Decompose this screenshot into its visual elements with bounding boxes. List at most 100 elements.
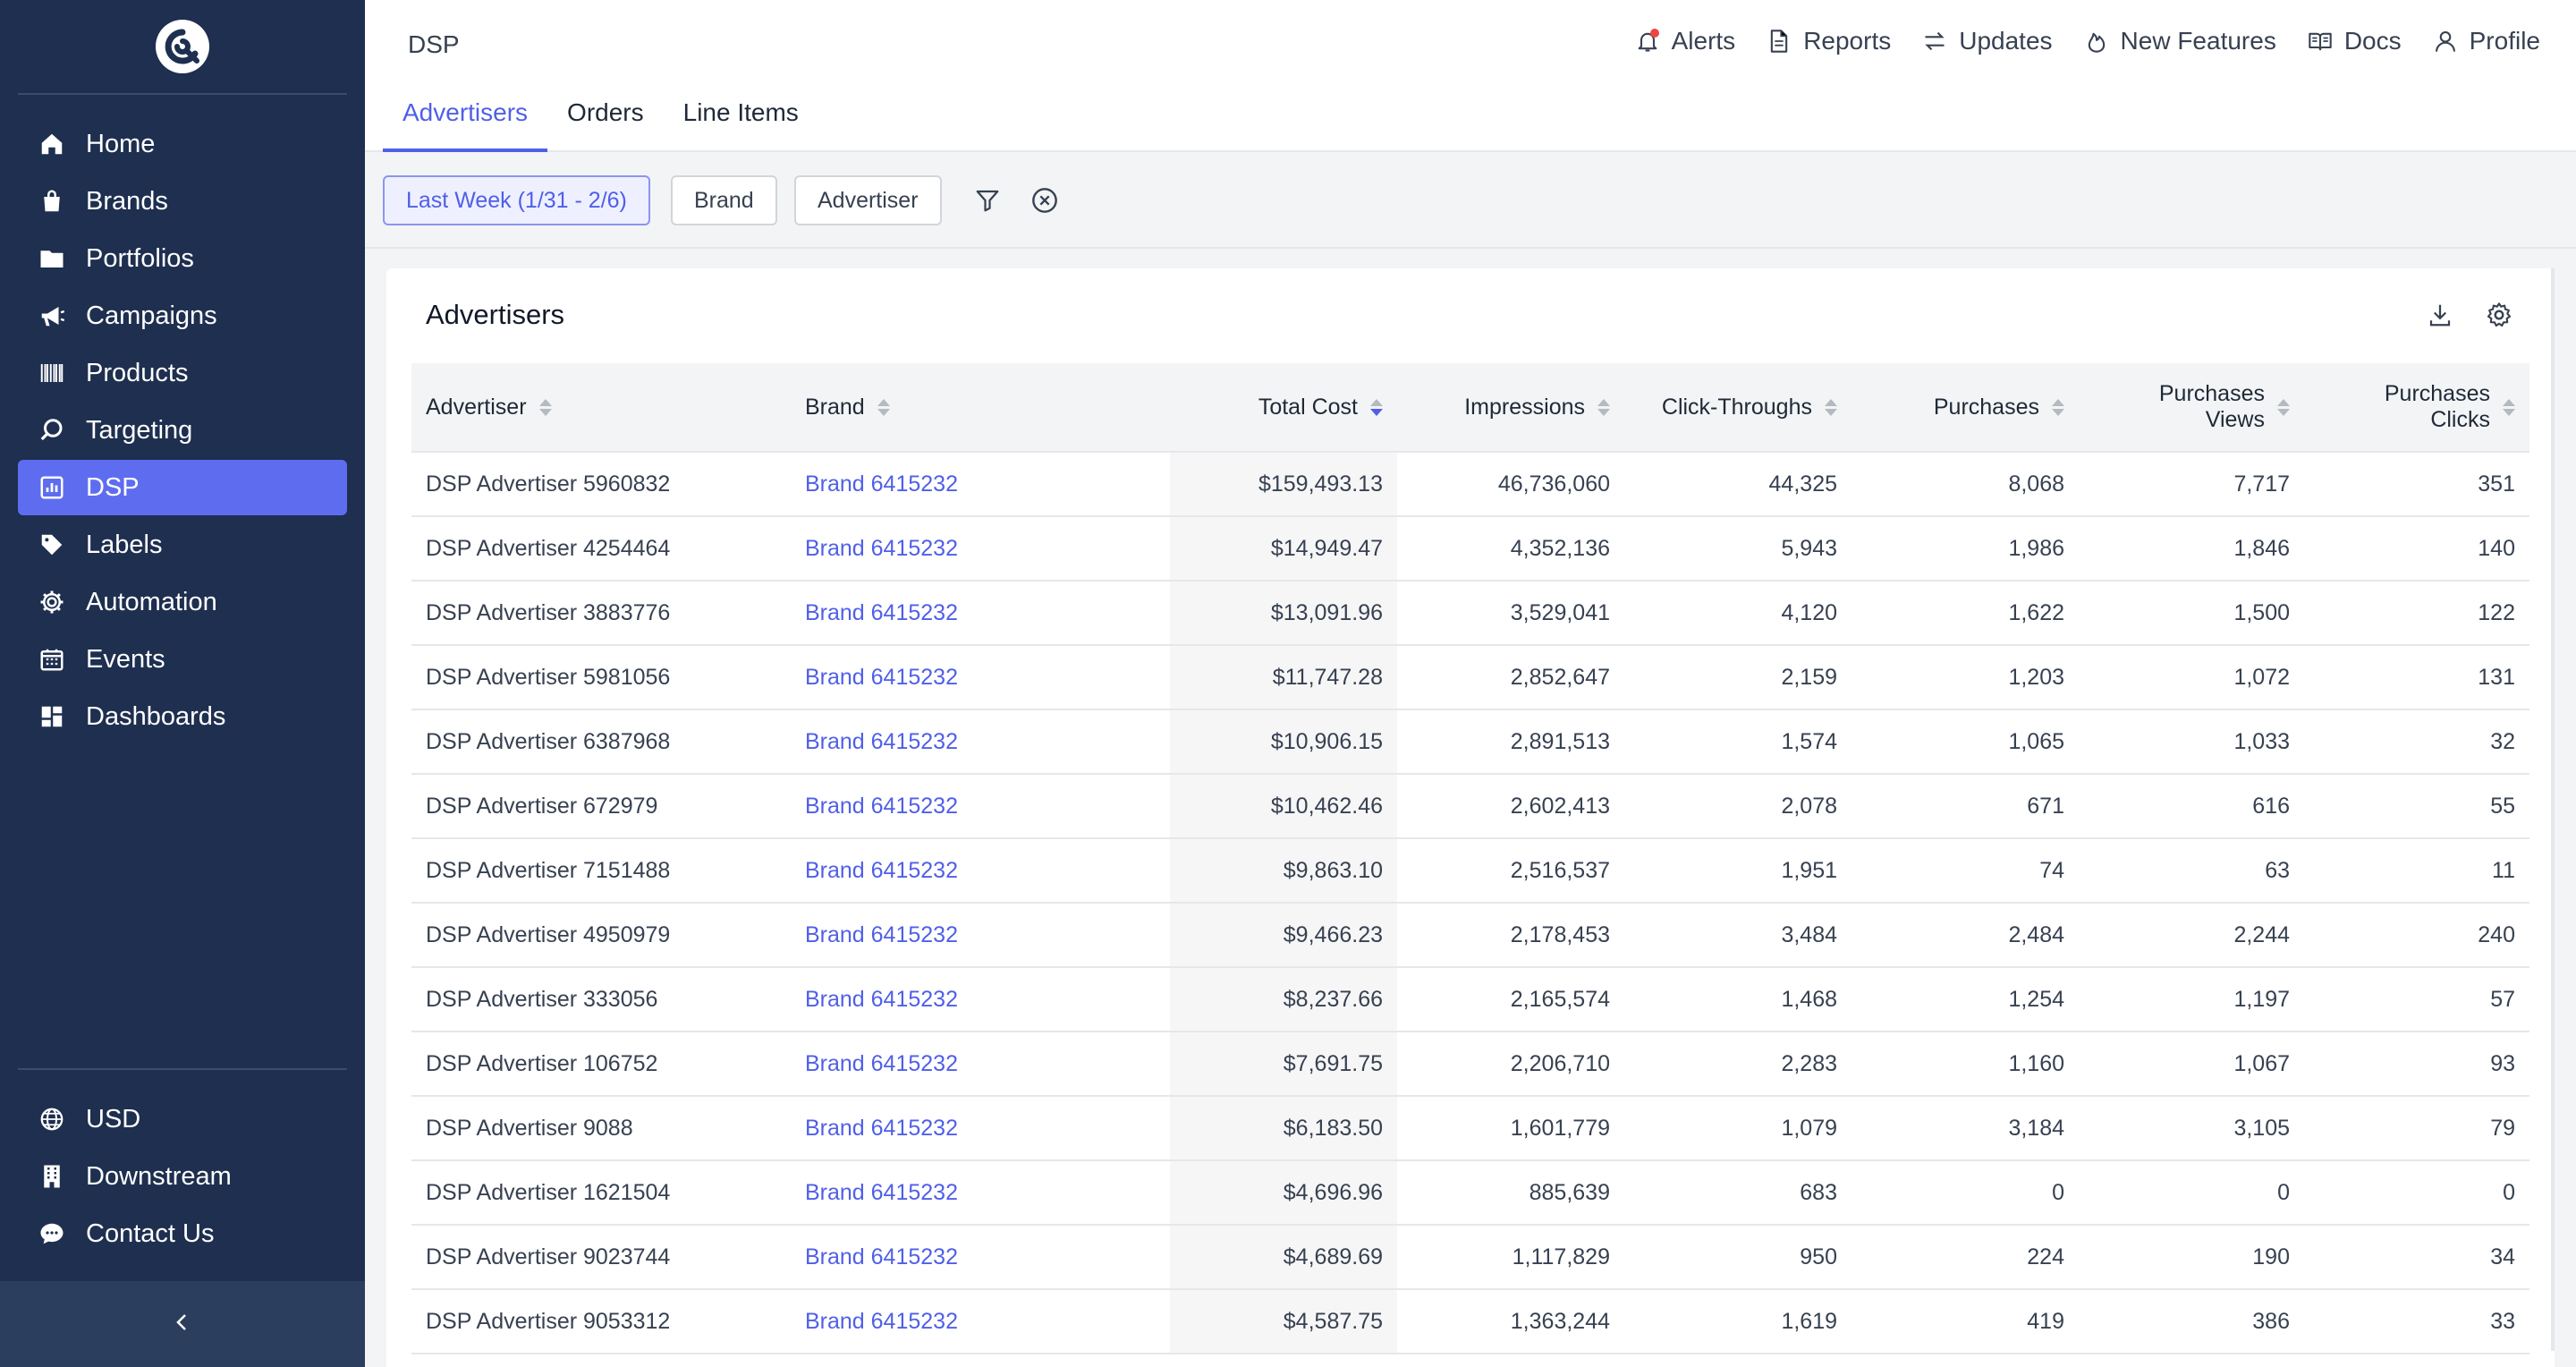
filter-icon[interactable]: [971, 184, 1004, 217]
sidebar-item-usd[interactable]: USD: [18, 1091, 347, 1147]
table-cell: $13,091.96: [1170, 582, 1397, 644]
table-cell: $4,587.75: [1170, 1290, 1397, 1353]
column-header[interactable]: Purchases Views: [2079, 363, 2304, 451]
table-row[interactable]: DSP Advertiser 1621504 Brand 6415232 $4,69…: [411, 1161, 2529, 1226]
sort-icon[interactable]: [1825, 398, 1837, 416]
header-link-profile[interactable]: Profile: [2432, 27, 2540, 55]
chevron-left-icon: [172, 1312, 193, 1337]
sidebar-item-portfolios[interactable]: Portfolios: [18, 231, 347, 286]
brand-link[interactable]: Brand 6415232: [791, 517, 1170, 580]
brand-link[interactable]: Brand 6415232: [791, 775, 1170, 837]
barcode-icon: [36, 357, 68, 389]
sidebar-item-contact-us[interactable]: Contact Us: [18, 1206, 347, 1261]
sidebar-item-products[interactable]: Products: [18, 345, 347, 401]
table-row[interactable]: DSP Advertiser 106752 Brand 6415232 $7,691…: [411, 1032, 2529, 1097]
table-cell: 4,120: [1781, 599, 1837, 625]
table-cell: 1,067: [2233, 1050, 2290, 1076]
sidebar-item-dsp[interactable]: DSP: [18, 460, 347, 515]
sidebar-item-dashboards[interactable]: Dashboards: [18, 689, 347, 744]
brand-link[interactable]: Brand 6415232: [791, 1097, 1170, 1159]
table-cell: 2,516,537: [1510, 857, 1610, 883]
table-row[interactable]: DSP Advertiser 333056 Brand 6415232 $8,237…: [411, 968, 2529, 1032]
collapse-sidebar-button[interactable]: [0, 1281, 365, 1367]
sidebar-item-campaigns[interactable]: Campaigns: [18, 288, 347, 344]
table-row[interactable]: DSP Advertiser 3883776 Brand 6415232 $13,0…: [411, 582, 2529, 646]
table-cell: DSP Advertiser 9023744: [426, 1244, 671, 1269]
advertiser-filter[interactable]: Advertiser: [794, 175, 942, 225]
app-logo[interactable]: [156, 20, 209, 73]
sidebar-item-brands[interactable]: Brands: [18, 174, 347, 229]
table-row[interactable]: DSP Advertiser 5960832 Brand 6415232 $159,…: [411, 453, 2529, 517]
brand-link[interactable]: Brand 6415232: [791, 453, 1170, 515]
table-row[interactable]: DSP Advertiser 4254464 Brand 6415232 $14,9…: [411, 517, 2529, 582]
tab-advertisers[interactable]: Advertisers: [383, 98, 548, 152]
dashboard-icon: [36, 700, 68, 733]
header-link-updates[interactable]: Updates: [1921, 27, 2053, 55]
brand-link[interactable]: Brand 6415232: [791, 1161, 1170, 1224]
horizontal-scroll-edge[interactable]: [2551, 268, 2555, 1351]
table-row[interactable]: DSP Advertiser 5981056 Brand 6415232 $11,7…: [411, 646, 2529, 710]
sidebar-item-label: Campaigns: [86, 301, 217, 330]
table-cell: 2,165,574: [1510, 986, 1610, 1012]
header-link-new-features[interactable]: New Features: [2083, 27, 2276, 55]
tab-line-items[interactable]: Line Items: [664, 98, 818, 152]
table-cell: 4,352,136: [1510, 535, 1610, 561]
sidebar-item-home[interactable]: Home: [18, 116, 347, 172]
sort-icon[interactable]: [2503, 398, 2515, 416]
header-link-docs[interactable]: Docs: [2307, 27, 2402, 55]
table-cell: 3,105: [2233, 1115, 2290, 1141]
tab-orders[interactable]: Orders: [547, 98, 664, 152]
header-link-label: Reports: [1803, 27, 1892, 55]
sort-icon[interactable]: [1597, 398, 1610, 416]
brand-link[interactable]: Brand 6415232: [791, 1226, 1170, 1288]
search-icon: [36, 414, 68, 446]
header-link-alerts[interactable]: Alerts: [1634, 27, 1735, 55]
brand-link[interactable]: Brand 6415232: [791, 710, 1170, 773]
table-row[interactable]: DSP Advertiser 9023744 Brand 6415232 $4,68…: [411, 1226, 2529, 1290]
table-cell: 8,068: [2008, 471, 2064, 497]
column-header[interactable]: Total Cost: [1170, 363, 1397, 451]
table-row[interactable]: DSP Advertiser 7151488 Brand 6415232 $9,86…: [411, 839, 2529, 904]
column-header[interactable]: Purchases Clicks: [2304, 363, 2529, 451]
table-cell: DSP Advertiser 9053312: [426, 1308, 671, 1334]
column-header[interactable]: Purchases: [1852, 363, 2079, 451]
table-cell: DSP Advertiser 4950979: [426, 921, 671, 947]
table-row[interactable]: DSP Advertiser 9053312 Brand 6415232 $4,58…: [411, 1290, 2529, 1354]
header-link-reports[interactable]: Reports: [1766, 27, 1891, 55]
column-header[interactable]: Brand: [791, 363, 1170, 451]
column-header[interactable]: Impressions: [1397, 363, 1624, 451]
clear-filters-icon[interactable]: [1029, 184, 1061, 217]
sort-icon[interactable]: [2052, 398, 2064, 416]
column-header[interactable]: Advertiser: [411, 363, 791, 451]
brand-link[interactable]: Brand 6415232: [791, 582, 1170, 644]
sidebar-item-labels[interactable]: Labels: [18, 517, 347, 573]
table-row[interactable]: DSP Advertiser 9088 Brand 6415232 $6,183.5…: [411, 1097, 2529, 1161]
sort-icon[interactable]: [1370, 398, 1383, 416]
table-row[interactable]: DSP Advertiser 6387968 Brand 6415232 $10,9…: [411, 710, 2529, 775]
brand-filter[interactable]: Brand: [671, 175, 777, 225]
table-row[interactable]: DSP Advertiser 672979 Brand 6415232 $10,46…: [411, 775, 2529, 839]
date-range-filter[interactable]: Last Week (1/31 - 2/6): [383, 175, 650, 225]
sort-icon[interactable]: [877, 398, 890, 416]
column-header[interactable]: Click-Throughs: [1624, 363, 1852, 451]
settings-gear-icon[interactable]: [2483, 299, 2515, 331]
sidebar-item-automation[interactable]: Automation: [18, 574, 347, 630]
brand-link[interactable]: Brand 6415232: [791, 1032, 1170, 1095]
table-cell: 79: [2490, 1115, 2515, 1141]
sort-icon[interactable]: [2277, 398, 2290, 416]
sidebar-item-downstream[interactable]: Downstream: [18, 1149, 347, 1204]
column-header-label: Purchases Clicks: [2384, 381, 2490, 432]
sort-icon[interactable]: [538, 398, 552, 416]
sidebar-item-events[interactable]: Events: [18, 632, 347, 687]
sidebar-item-label: USD: [86, 1104, 141, 1134]
download-icon[interactable]: [2424, 299, 2456, 331]
brand-link[interactable]: Brand 6415232: [791, 839, 1170, 902]
brand-link[interactable]: Brand 6415232: [791, 646, 1170, 709]
table-cell: 2,852,647: [1510, 664, 1610, 690]
brand-link[interactable]: Brand 6415232: [791, 968, 1170, 1031]
brand-link[interactable]: Brand 6415232: [791, 1290, 1170, 1353]
table-row[interactable]: DSP Advertiser 4950979 Brand 6415232 $9,46…: [411, 904, 2529, 968]
brand-link[interactable]: Brand 6415232: [791, 904, 1170, 966]
sidebar-item-targeting[interactable]: Targeting: [18, 403, 347, 458]
table-cell: $7,691.75: [1170, 1032, 1397, 1095]
